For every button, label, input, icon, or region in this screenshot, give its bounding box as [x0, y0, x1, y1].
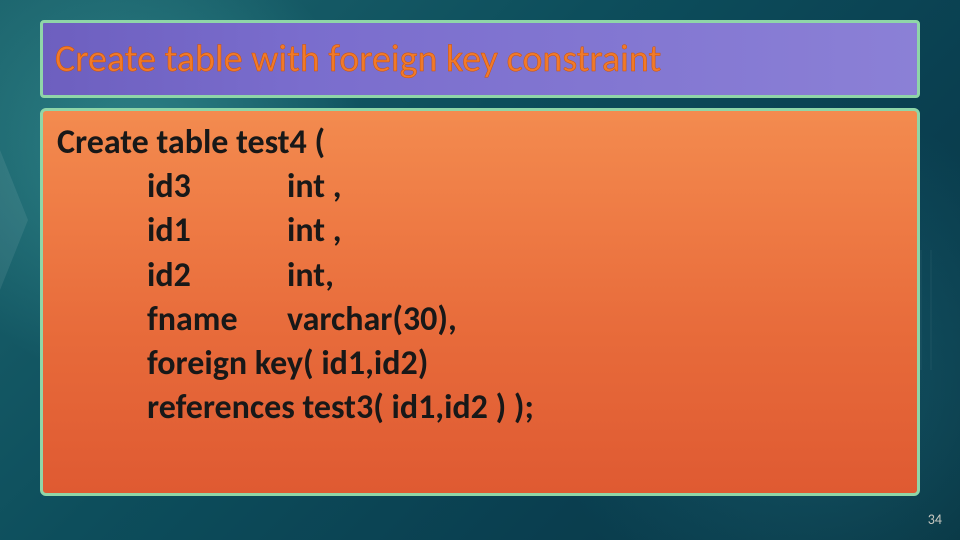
col-fname-type: varchar(30),	[287, 299, 457, 340]
col-id2-type: int,	[287, 255, 334, 296]
col-id2: id2	[147, 254, 287, 298]
code-line-7: references test3( id1,id2 ) );	[57, 386, 903, 430]
code-block: Create table test4 ( id3int , id1int , i…	[40, 108, 920, 496]
col-id1-type: int ,	[287, 210, 342, 251]
col-id3-type: int ,	[287, 166, 342, 207]
code-text: Create table test4 (	[57, 122, 325, 163]
slide-title-band: Create table with foreign key constraint	[40, 20, 920, 98]
slide-title: Create table with foreign key constraint	[55, 36, 661, 82]
code-line-2: id3int ,	[57, 165, 903, 209]
col-fname: fname	[147, 298, 287, 342]
code-line-5: fnamevarchar(30),	[57, 298, 903, 342]
code-line-3: id1int ,	[57, 209, 903, 253]
page-number: 34	[928, 511, 942, 528]
decorative-triangle	[0, 150, 28, 290]
col-id3: id3	[147, 165, 287, 209]
code-line-1: Create table test4 (	[57, 121, 903, 165]
references-line: references test3( id1,id2 ) );	[147, 387, 534, 428]
code-line-6: foreign key( id1,id2)	[57, 342, 903, 386]
fk-line: foreign key( id1,id2)	[147, 343, 428, 384]
col-id1: id1	[147, 209, 287, 253]
code-line-4: id2int,	[57, 254, 903, 298]
